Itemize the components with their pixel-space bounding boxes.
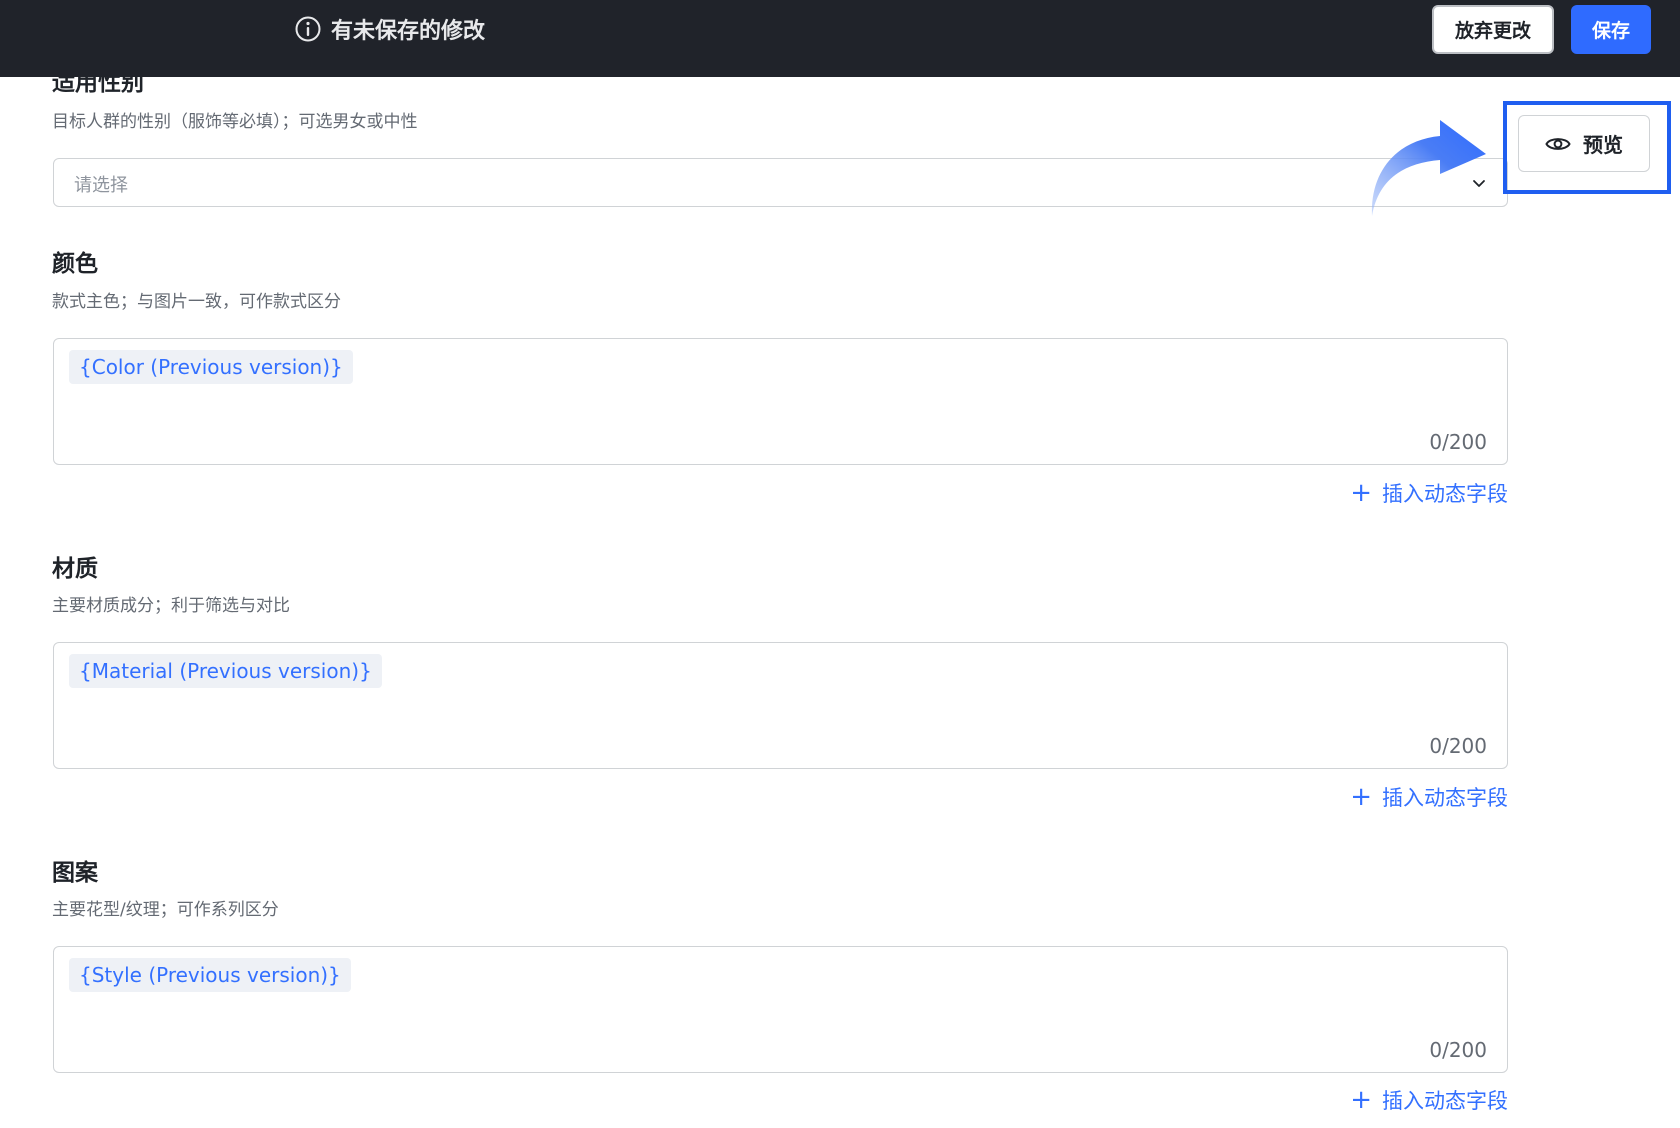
- info-icon: [295, 16, 321, 42]
- char-counter: 0/200: [1429, 430, 1487, 454]
- color-field-description: 款式主色；与图片一致，可作款式区分: [52, 292, 341, 312]
- pattern-textarea[interactable]: {Style (Previous version)} 0/200: [53, 946, 1508, 1073]
- dynamic-field-chip[interactable]: {Material (Previous version)}: [69, 654, 382, 688]
- insert-dynamic-field-link[interactable]: + 插入动态字段: [1350, 478, 1508, 508]
- material-field-description: 主要材质成分；利于筛选与对比: [52, 596, 290, 616]
- color-field-title: 颜色: [52, 251, 98, 277]
- insert-dynamic-field-label: 插入动态字段: [1382, 786, 1508, 810]
- unsaved-status: 有未保存的修改: [294, 12, 485, 46]
- gender-select[interactable]: 请选择: [53, 158, 1508, 207]
- insert-dynamic-field-link[interactable]: + 插入动态字段: [1350, 782, 1508, 812]
- pattern-field-description: 主要花型/纹理；可作系列区分: [52, 900, 279, 920]
- gender-field-description: 目标人群的性别（服饰等必填）；可选男女或中性: [52, 112, 418, 132]
- unsaved-status-text: 有未保存的修改: [331, 19, 486, 44]
- pointer-arrow-icon: [1371, 120, 1486, 216]
- plus-icon: +: [1350, 1085, 1372, 1115]
- plus-icon: +: [1350, 782, 1372, 812]
- color-textarea[interactable]: {Color (Previous version)} 0/200: [53, 338, 1508, 465]
- discard-changes-button[interactable]: 放弃更改: [1432, 5, 1554, 54]
- preview-label: 预览: [1583, 133, 1623, 157]
- pattern-field-title: 图案: [52, 860, 98, 886]
- plus-icon: +: [1350, 478, 1372, 508]
- material-field-title: 材质: [52, 556, 98, 582]
- gender-select-placeholder: 请选择: [74, 175, 128, 196]
- eye-icon: [1545, 137, 1571, 150]
- char-counter: 0/200: [1429, 734, 1487, 758]
- unsaved-changes-bar: 有未保存的修改 放弃更改 保存: [0, 0, 1680, 77]
- insert-dynamic-field-label: 插入动态字段: [1382, 482, 1508, 506]
- preview-button[interactable]: 预览: [1518, 115, 1650, 172]
- insert-dynamic-field-label: 插入动态字段: [1382, 1089, 1508, 1113]
- char-counter: 0/200: [1429, 1038, 1487, 1062]
- material-textarea[interactable]: {Material (Previous version)} 0/200: [53, 642, 1508, 769]
- insert-dynamic-field-link[interactable]: + 插入动态字段: [1350, 1085, 1508, 1115]
- save-button[interactable]: 保存: [1571, 5, 1651, 54]
- dynamic-field-chip[interactable]: {Style (Previous version)}: [69, 958, 351, 992]
- dynamic-field-chip[interactable]: {Color (Previous version)}: [69, 350, 353, 384]
